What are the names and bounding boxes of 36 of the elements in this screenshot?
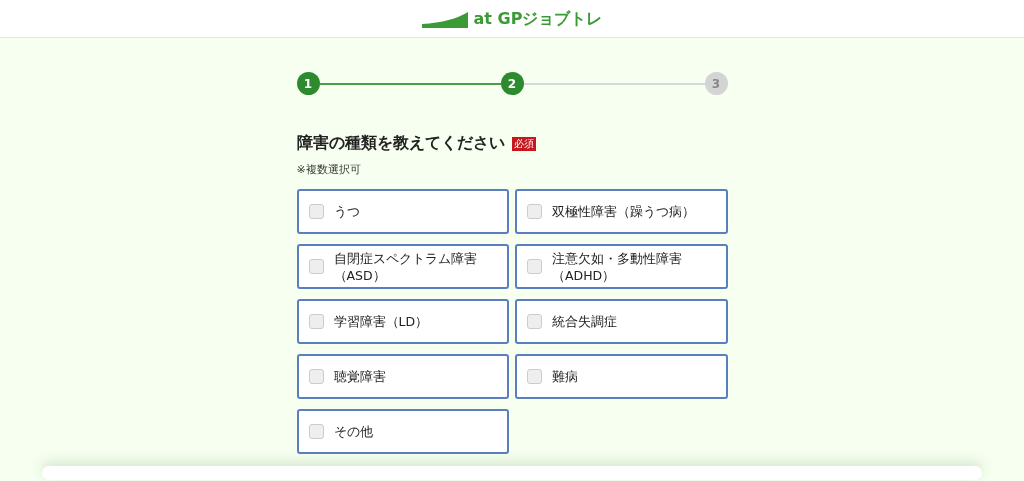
logo-wedge-icon bbox=[421, 11, 468, 28]
checkbox[interactable] bbox=[308, 204, 324, 219]
logo-text: at GPジョブトレ bbox=[473, 9, 603, 28]
required-badge: 必須 bbox=[511, 136, 536, 151]
checkbox[interactable] bbox=[527, 204, 542, 219]
checkbox[interactable] bbox=[527, 259, 542, 274]
note-text: ※複数選択可 bbox=[296, 162, 362, 177]
step-circle: 2 bbox=[500, 72, 524, 95]
question-title: 障害の種類を教えてください bbox=[296, 133, 505, 154]
option-label: 注意欠如・多動性障害（ADHD） bbox=[552, 249, 683, 284]
checkbox[interactable] bbox=[308, 424, 324, 439]
checkbox-option[interactable]: その他 bbox=[296, 409, 509, 454]
option-label: 双極性障害（躁うつ病） bbox=[552, 203, 695, 220]
checkbox[interactable] bbox=[308, 369, 324, 384]
checkbox-option[interactable]: 聴覚障害 bbox=[296, 354, 509, 399]
checkbox-option[interactable]: 難病 bbox=[515, 354, 728, 399]
logo[interactable]: at GPジョブトレ bbox=[421, 9, 603, 28]
option-label: その他 bbox=[333, 423, 373, 440]
option-label: 自閉症スペクトラム障害（ASD） bbox=[333, 249, 478, 284]
checkbox-option[interactable]: 学習障害（LD） bbox=[296, 299, 509, 344]
checkbox-option[interactable]: うつ bbox=[296, 189, 509, 234]
checkbox[interactable] bbox=[527, 369, 542, 384]
checkbox-option[interactable]: 注意欠如・多動性障害（ADHD） bbox=[515, 244, 728, 289]
checkbox-option[interactable]: 統合失調症 bbox=[515, 299, 728, 344]
checkbox-option[interactable]: 自閉症スペクトラム障害（ASD） bbox=[296, 244, 509, 289]
option-label: 統合失調症 bbox=[552, 313, 617, 330]
option-label: 難病 bbox=[552, 368, 578, 385]
checkbox-option[interactable]: 双極性障害（躁うつ病） bbox=[515, 189, 728, 234]
option-label: 学習障害（LD） bbox=[333, 313, 429, 330]
checkbox[interactable] bbox=[308, 314, 324, 329]
option-label: 聴覚障害 bbox=[333, 368, 386, 385]
step-circle: 1 bbox=[296, 72, 320, 95]
checkbox[interactable] bbox=[527, 314, 542, 329]
step-circle: 3 bbox=[704, 72, 728, 95]
checkbox[interactable] bbox=[308, 259, 324, 274]
option-label: うつ bbox=[333, 203, 360, 220]
